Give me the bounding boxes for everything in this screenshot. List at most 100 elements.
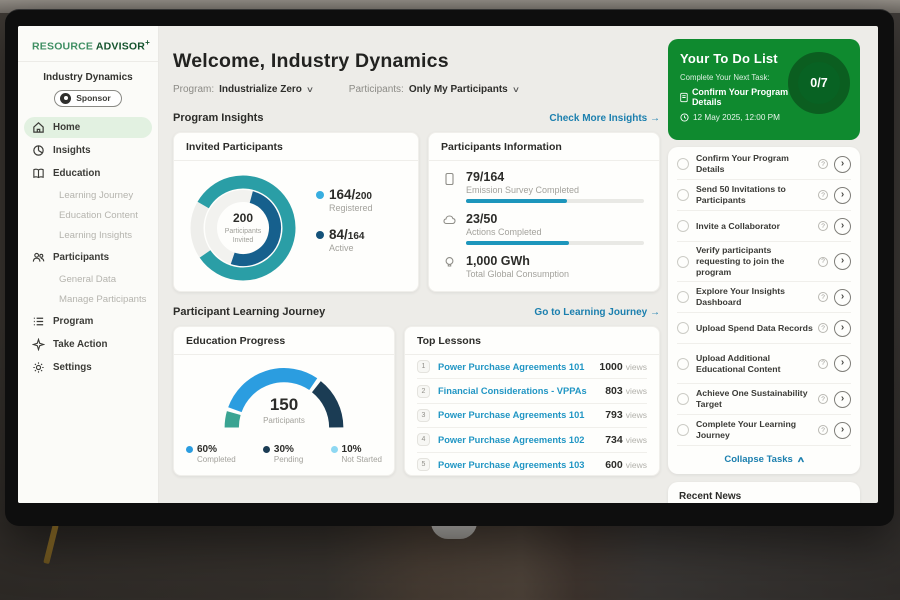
sidebar-item-take-action[interactable]: Take Action <box>24 334 152 355</box>
task-checkbox[interactable] <box>677 220 689 232</box>
check-more-insights-link[interactable]: Check More Insights → <box>549 113 660 124</box>
legend-not-started: 10% Not Started <box>331 444 382 464</box>
sidebar-item-learning-journey[interactable]: Learning Journey <box>24 186 152 205</box>
lesson-link[interactable]: Power Purchase Agreements 102 <box>438 435 605 445</box>
chevron-right-icon[interactable]: › <box>834 391 851 408</box>
chevron-right-icon[interactable]: › <box>834 422 851 439</box>
todo-progress-ring: 0/7 <box>788 52 850 114</box>
stat-emission-survey: 79/164 Emission Survey Completed <box>443 170 645 203</box>
chevron-right-icon[interactable]: › <box>834 320 851 337</box>
sidebar-item-settings[interactable]: Settings <box>24 357 152 378</box>
gear-icon <box>32 361 45 374</box>
task-row-confirm-program[interactable]: Confirm Your Program Details ? › <box>677 149 851 180</box>
education-gauge-chart: 150 Participants <box>189 359 379 442</box>
chevron-right-icon[interactable]: › <box>834 355 851 372</box>
sidebar-item-participants[interactable]: Participants <box>24 247 152 268</box>
lesson-link[interactable]: Power Purchase Agreements 101 <box>438 362 599 372</box>
task-checkbox[interactable] <box>677 424 689 436</box>
stat-actions-completed: 23/50 Actions Completed <box>443 212 645 245</box>
lesson-link[interactable]: Power Purchase Agreements 103 <box>438 460 605 470</box>
sidebar-item-manage-participants[interactable]: Manage Participants <box>24 290 152 309</box>
actions-progress-bar <box>466 241 644 245</box>
go-to-learning-journey-link[interactable]: Go to Learning Journey → <box>534 307 660 318</box>
lesson-row: 4 Power Purchase Agreements 102 734 view… <box>417 428 647 452</box>
sidebar-item-general-data[interactable]: General Data <box>24 270 152 289</box>
main-content: Welcome, Industry Dynamics Program: Indu… <box>159 26 666 503</box>
app-window: RESOURCE ADVISOR+ Industry Dynamics Spon… <box>18 26 878 503</box>
sidebar-item-learning-insights[interactable]: Learning Insights <box>24 226 152 245</box>
task-checkbox[interactable] <box>677 189 689 201</box>
lesson-rank: 4 <box>417 433 430 446</box>
task-row-send-invitations[interactable]: Send 50 Invitations to Participants ? › <box>677 180 851 211</box>
lesson-row: 1 Power Purchase Agreements 101 1000 vie… <box>417 355 647 379</box>
lesson-link[interactable]: Power Purchase Agreements 101 <box>438 410 605 420</box>
participants-information-card: Participants Information 79/164 Emission… <box>428 132 660 292</box>
task-checkbox[interactable] <box>677 291 689 303</box>
legend-active: 84/164 Active <box>316 227 373 253</box>
sidebar-item-education-content[interactable]: Education Content <box>24 206 152 225</box>
task-checkbox[interactable] <box>677 256 689 268</box>
sidebar-item-home[interactable]: Home <box>24 117 152 138</box>
gauge-center-label: Participants <box>189 416 379 425</box>
lesson-link[interactable]: Financial Considerations - VPPAs <box>438 386 605 396</box>
sponsor-label: Sponsor <box>76 93 110 103</box>
donut-center-label: Participants Invited <box>217 227 269 245</box>
task-checkbox[interactable] <box>677 393 689 405</box>
lesson-row: 5 Power Purchase Agreements 103 600 view… <box>417 453 647 477</box>
chevron-right-icon[interactable]: › <box>834 253 851 270</box>
chevron-right-icon[interactable]: › <box>834 156 851 173</box>
help-icon: ? <box>818 425 828 435</box>
sponsor-badge: Sponsor <box>54 90 121 107</box>
insights-icon <box>32 144 45 157</box>
monitor-bezel: RESOURCE ADVISOR+ Industry Dynamics Spon… <box>5 9 894 526</box>
help-icon: ? <box>818 394 828 404</box>
participants-filter[interactable]: Participants: Only My Participants ∨ <box>349 84 519 95</box>
lesson-rank: 2 <box>417 385 430 398</box>
participants-icon <box>32 251 45 264</box>
task-checkbox[interactable] <box>677 322 689 334</box>
help-icon: ? <box>818 359 828 369</box>
filters-row: Program: Industrialize Zero ∨ Participan… <box>173 84 660 95</box>
task-row-upload-spend-data[interactable]: Upload Spend Data Records ? › <box>677 313 851 344</box>
page-title: Welcome, Industry Dynamics <box>173 50 660 73</box>
arrow-right-icon: → <box>650 113 660 124</box>
legend-registered: 164/200 Registered <box>316 187 373 213</box>
task-row-upload-educational-content[interactable]: Upload Additional Educational Content ? … <box>677 344 851 384</box>
task-row-achieve-target[interactable]: Achieve One Sustainability Target ? › <box>677 384 851 415</box>
program-filter[interactable]: Program: Industrialize Zero ∨ <box>173 84 313 95</box>
todo-progress: 0/7 <box>810 76 827 90</box>
recent-news-title: Recent News <box>679 491 849 502</box>
task-row-complete-learning-journey[interactable]: Complete Your Learning Journey ? › <box>677 415 851 446</box>
brand-logo: RESOURCE ADVISOR+ <box>18 36 158 62</box>
brand-part1: RESOURCE <box>32 41 93 53</box>
todo-panel: Your To Do List Complete Your Next Task:… <box>666 26 878 503</box>
donut-center-value: 200 <box>233 211 253 225</box>
brand-part2: ADVISOR <box>96 41 145 53</box>
chevron-right-icon[interactable]: › <box>834 187 851 204</box>
stat-global-consumption: 1,000 GWh Total Global Consumption <box>443 254 645 279</box>
chevron-right-icon[interactable]: › <box>834 218 851 235</box>
card-title: Top Lessons <box>405 327 659 355</box>
task-row-invite-collaborator[interactable]: Invite a Collaborator ? › <box>677 211 851 242</box>
legend-dot-not-started <box>331 446 338 453</box>
sidebar-item-insights[interactable]: Insights <box>24 140 152 161</box>
arrow-right-icon: → <box>650 307 660 318</box>
emission-progress-bar <box>466 199 644 203</box>
legend-dot-completed <box>186 446 193 453</box>
task-checkbox[interactable] <box>677 158 689 170</box>
task-row-explore-insights[interactable]: Explore Your Insights Dashboard ? › <box>677 282 851 313</box>
invited-participants-card: Invited Participants 200 Partic <box>173 132 419 292</box>
card-title: Invited Participants <box>174 133 418 161</box>
collapse-tasks-link[interactable]: Collapse Tasks∧ <box>677 446 851 472</box>
help-icon: ? <box>818 257 828 267</box>
sidebar-item-program[interactable]: Program <box>24 311 152 332</box>
todo-summary-card: Your To Do List Complete Your Next Task:… <box>668 39 860 140</box>
task-row-verify-participants[interactable]: Verify participants requesting to join t… <box>677 242 851 282</box>
task-doc-icon <box>680 92 688 103</box>
sidebar: RESOURCE ADVISOR+ Industry Dynamics Spon… <box>18 26 159 503</box>
task-checkbox[interactable] <box>677 358 689 370</box>
chevron-right-icon[interactable]: › <box>834 289 851 306</box>
sponsor-icon <box>60 93 71 104</box>
legend-dot-pending <box>263 446 270 453</box>
sidebar-item-education[interactable]: Education <box>24 163 152 184</box>
